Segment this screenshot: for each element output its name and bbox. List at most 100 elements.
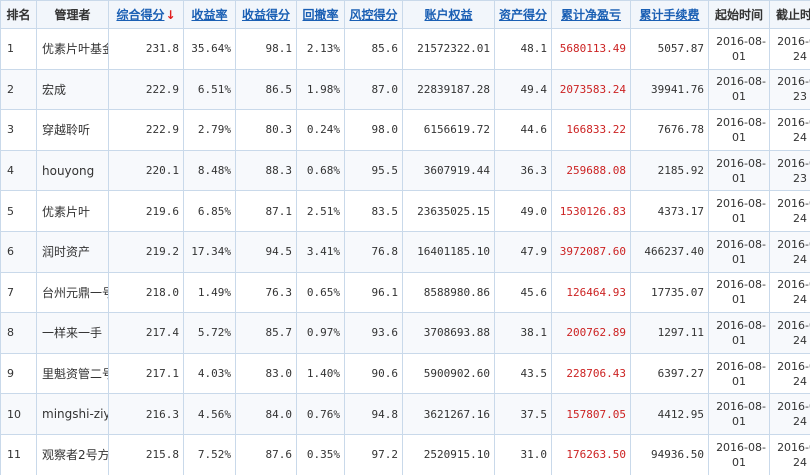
- sort-link-equity[interactable]: 账户权益: [424, 8, 472, 22]
- table-row: 6 润时资产 219.2 17.34% 94.5 3.41% 76.8 16401185.10…: [0, 230, 810, 273]
- equity-cell: 5900902.60: [402, 352, 495, 395]
- end-time-cell: 2016-08-24: [769, 271, 810, 314]
- fees-cell: 5057.87: [630, 28, 709, 70]
- fees-cell: 6397.27: [630, 352, 709, 395]
- sort-link-risk-score[interactable]: 风控得分: [349, 8, 397, 22]
- header-drawdown[interactable]: 回撤率: [296, 0, 345, 29]
- net-profit-cell: 126464.93: [551, 271, 631, 314]
- asset-score-cell: 45.6: [494, 271, 552, 314]
- drawdown-cell: 2.13%: [296, 28, 345, 70]
- start-time-cell: 2016-08- 01: [708, 230, 770, 273]
- sort-link-net-profit[interactable]: 累计净盈亏: [561, 8, 621, 22]
- asset-score-cell: 37.5: [494, 393, 552, 435]
- table-row: 1 优素片叶基金 231.8 35.64% 98.1 2.13% 85.6 21572322.…: [0, 28, 810, 70]
- return-score-cell: 76.3: [235, 271, 297, 314]
- return-rate-cell: 6.85%: [183, 190, 236, 232]
- sort-desc-arrow-icon: ↓: [165, 8, 176, 22]
- sort-link-return-score[interactable]: 收益得分: [242, 8, 290, 22]
- manager-cell: 台州元鼎一号: [36, 271, 109, 314]
- score-cell: 215.8: [108, 433, 184, 475]
- date-day: 01: [732, 49, 746, 63]
- manager-cell: 穿越聆听: [36, 109, 109, 151]
- fees-cell: 466237.40: [630, 230, 709, 273]
- fees-cell: 17735.07: [630, 271, 709, 314]
- return-score-cell: 88.3: [235, 149, 297, 192]
- date-day: 24: [793, 374, 807, 388]
- date-day: 01: [732, 130, 746, 144]
- header-return-score[interactable]: 收益得分: [235, 0, 297, 29]
- equity-cell: 3607919.44: [402, 149, 495, 192]
- header-net-profit[interactable]: 累计净盈亏: [551, 0, 631, 29]
- drawdown-cell: 0.65%: [296, 271, 345, 314]
- table-row: 4 houyong 220.1 8.48% 88.3 0.68% 95.5 3607919.4…: [0, 149, 810, 192]
- rank-cell: 3: [0, 109, 37, 151]
- risk-score-cell: 98.0: [344, 109, 403, 151]
- rank-cell: 6: [0, 230, 37, 273]
- risk-score-cell: 97.2: [344, 433, 403, 475]
- table-row: 10 mingshi-ziyi 216.3 4.56% 84.0 0.76% 94.8 362…: [0, 393, 810, 435]
- equity-cell: 2520915.10: [402, 433, 495, 475]
- header-asset-score[interactable]: 资产得分: [494, 0, 552, 29]
- header-end-time: 截止时间: [769, 0, 810, 29]
- table-row: 5 优素片叶 219.6 6.85% 87.1 2.51% 83.5 23635025.15 4…: [0, 190, 810, 232]
- ranking-table: 排名 管理者 综合得分↓ 收益率 收益得分 回撤率 风控得分 账户权益 资产得分 累计净盈亏 累计手…: [0, 0, 810, 475]
- return-rate-cell: 7.52%: [183, 433, 236, 475]
- date-day: 24: [793, 212, 807, 226]
- header-equity[interactable]: 账户权益: [402, 0, 495, 29]
- drawdown-cell: 0.68%: [296, 149, 345, 192]
- drawdown-cell: 0.97%: [296, 312, 345, 354]
- header-rank: 排名: [0, 0, 37, 29]
- header-start-time: 起始时间: [708, 0, 770, 29]
- header-return-rate[interactable]: 收益率: [183, 0, 236, 29]
- equity-cell: 8588980.86: [402, 271, 495, 314]
- rank-cell: 8: [0, 312, 37, 354]
- table-row: 11 观察者2号方 215.8 7.52% 87.6 0.35% 97.2 2520915.1…: [0, 433, 810, 475]
- date-year-month: 2016-08-: [716, 115, 766, 129]
- date-day: 01: [732, 293, 746, 307]
- return-score-cell: 94.5: [235, 230, 297, 273]
- date-day: 24: [793, 49, 807, 63]
- end-time-cell: 2016-08-23: [769, 68, 810, 111]
- date-day: 24: [793, 130, 807, 144]
- asset-score-cell: 49.0: [494, 190, 552, 232]
- end-time-cell: 2016-08-24: [769, 433, 810, 475]
- date-year-month: 2016-08-: [777, 237, 810, 251]
- date-year-month: 2016-08-: [777, 359, 810, 373]
- return-score-cell: 84.0: [235, 393, 297, 435]
- end-time-cell: 2016-08-24: [769, 109, 810, 151]
- date-year-month: 2016-08-: [777, 318, 810, 332]
- score-cell: 218.0: [108, 271, 184, 314]
- return-rate-cell: 4.03%: [183, 352, 236, 395]
- risk-score-cell: 94.8: [344, 393, 403, 435]
- return-rate-cell: 1.49%: [183, 271, 236, 314]
- score-cell: 219.6: [108, 190, 184, 232]
- rank-cell: 7: [0, 271, 37, 314]
- date-year-month: 2016-08-: [777, 400, 810, 414]
- header-fees[interactable]: 累计手续费: [630, 0, 709, 29]
- sort-link-return-rate[interactable]: 收益率: [191, 8, 227, 22]
- equity-cell: 22839187.28: [402, 68, 495, 111]
- rank-cell: 10: [0, 393, 37, 435]
- date-year-month: 2016-08-: [777, 156, 810, 170]
- date-year-month: 2016-08-: [716, 278, 766, 292]
- sort-link-drawdown[interactable]: 回撤率: [302, 8, 338, 22]
- header-score[interactable]: 综合得分↓: [108, 0, 184, 29]
- rank-cell: 1: [0, 28, 37, 70]
- header-risk-score[interactable]: 风控得分: [344, 0, 403, 29]
- table-row: 2 宏成 222.9 6.51% 86.5 1.98% 87.0 22839187.28 49.…: [0, 68, 810, 111]
- start-time-cell: 2016-08- 01: [708, 149, 770, 192]
- rank-cell: 2: [0, 68, 37, 111]
- sort-link-score[interactable]: 综合得分: [116, 8, 164, 22]
- date-day: 01: [732, 333, 746, 347]
- equity-cell: 3621267.16: [402, 393, 495, 435]
- date-year-month: 2016-08-: [716, 359, 766, 373]
- sort-link-fees[interactable]: 累计手续费: [639, 8, 699, 22]
- date-year-month: 2016-08-: [716, 440, 766, 454]
- end-time-cell: 2016-08-24: [769, 352, 810, 395]
- end-time-cell: 2016-08-24: [769, 312, 810, 354]
- start-time-cell: 2016-08- 01: [708, 312, 770, 354]
- manager-cell: 里魁资管二号: [36, 352, 109, 395]
- date-day: 01: [732, 171, 746, 185]
- table-header: 排名 管理者 综合得分↓ 收益率 收益得分 回撤率 风控得分 账户权益 资产得分 累计净盈亏 累计手…: [0, 0, 810, 29]
- sort-link-asset-score[interactable]: 资产得分: [499, 8, 547, 22]
